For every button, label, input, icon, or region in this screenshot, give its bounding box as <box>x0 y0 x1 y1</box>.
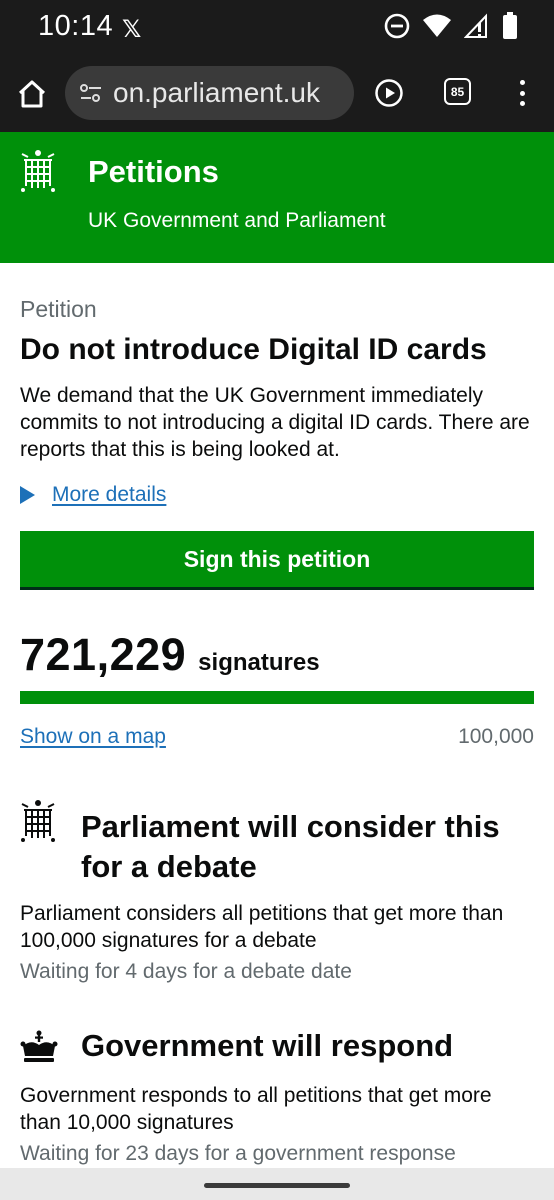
petition-caption: Petition <box>20 296 97 322</box>
respond-threshold-title: Government will respond <box>81 1028 454 1063</box>
triangle-right-icon <box>20 486 35 504</box>
menu-dot <box>519 101 525 106</box>
signal-icon <box>464 13 487 38</box>
more-vert-icon[interactable] <box>510 78 534 108</box>
x-app-notification-icon: 𝕏 <box>122 15 142 43</box>
site-subtitle: UK Government and Parliament <box>88 209 386 232</box>
play-icon[interactable] <box>374 78 404 108</box>
more-details-toggle[interactable]: More details <box>20 483 166 507</box>
address-bar[interactable]: on.parliament.uk <box>65 66 354 120</box>
status-bar: 10:14 𝕏 <box>0 0 554 56</box>
tabs-icon[interactable]: 85 <box>444 78 471 105</box>
wifi-icon <box>423 14 451 37</box>
do-not-disturb-icon <box>384 13 410 39</box>
portcullis-icon[interactable] <box>20 148 56 192</box>
status-time: 10:14 <box>38 10 114 42</box>
site-header: Petitions UK Government and Parliament <box>0 132 554 263</box>
home-icon[interactable] <box>16 78 48 110</box>
menu-dot <box>519 90 525 96</box>
status-icons <box>384 12 518 40</box>
debate-threshold-description: Parliament considers all petitions that … <box>20 902 504 952</box>
more-details-link[interactable]: More details <box>52 483 166 507</box>
petition-title: Do not introduce Digital ID cards <box>20 333 487 366</box>
portcullis-icon <box>21 800 55 842</box>
menu-dot <box>519 80 525 85</box>
signature-label: signatures <box>198 649 320 676</box>
gesture-handle[interactable] <box>204 1183 350 1188</box>
show-on-map-link[interactable]: Show on a map <box>20 725 166 749</box>
battery-icon <box>503 12 517 39</box>
site-title[interactable]: Petitions <box>88 154 219 190</box>
petition-description: We demand that the UK Government immedia… <box>20 384 530 461</box>
debate-threshold-title: Parliament will consider this for a deba… <box>81 809 500 884</box>
sign-petition-button[interactable]: Sign this petition <box>20 531 534 587</box>
gesture-navigation-bar <box>0 1168 554 1200</box>
signature-count-row: 721,229 signatures <box>20 629 320 681</box>
browser-toolbar: on.parliament.uk 85 <box>0 56 554 132</box>
respond-threshold-status: Waiting for 23 days for a government res… <box>20 1142 456 1165</box>
respond-threshold-description: Government responds to all petitions tha… <box>20 1084 492 1134</box>
signature-progress-fill <box>20 691 534 704</box>
signature-count: 721,229 <box>20 629 187 680</box>
url-text[interactable]: on.parliament.uk <box>113 77 320 109</box>
tune-icon[interactable] <box>79 81 103 105</box>
crown-icon <box>20 1030 58 1062</box>
signature-progress-bar <box>20 691 534 704</box>
debate-threshold-status: Waiting for 4 days for a debate date <box>20 960 352 983</box>
signature-threshold: 100,000 <box>458 725 534 748</box>
